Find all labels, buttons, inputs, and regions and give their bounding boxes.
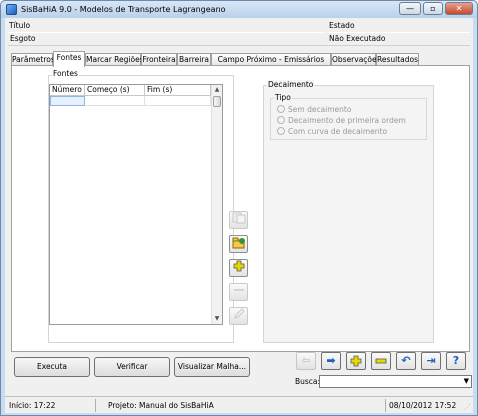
help-button[interactable]: ? xyxy=(446,352,466,370)
status-separator xyxy=(95,399,96,412)
minus-icon xyxy=(375,358,387,364)
exit-button[interactable]: ⇥ xyxy=(421,352,441,370)
column-header-numero[interactable]: Número xyxy=(50,85,85,96)
busca-label: Busca: xyxy=(295,377,321,386)
folder-edit-icon xyxy=(232,237,245,249)
undo-icon: ↶ xyxy=(401,354,411,367)
edit-source-button[interactable] xyxy=(229,235,248,253)
resize-grip-icon[interactable]: ⋰ xyxy=(464,403,471,411)
column-header-comeco[interactable]: Começo (s) xyxy=(85,85,145,96)
forward-button[interactable]: ➡ xyxy=(321,352,341,370)
help-icon: ? xyxy=(452,354,460,367)
add-button[interactable] xyxy=(346,352,366,370)
scroll-up-arrow-icon[interactable]: ▲ xyxy=(212,85,222,95)
table-vertical-scrollbar[interactable]: ▲ ▼ xyxy=(211,85,222,324)
maximize-button[interactable]: ▫ xyxy=(423,2,443,15)
chevron-down-icon[interactable]: ▼ xyxy=(464,376,469,387)
decaimento-group-label: Decaimento xyxy=(267,80,315,89)
scroll-down-arrow-icon[interactable]: ▼ xyxy=(212,314,222,324)
fontes-table[interactable]: Número Começo (s) Fim (s) ▲ ▼ xyxy=(49,84,223,325)
add-source-button[interactable] xyxy=(229,259,248,277)
column-header-fim[interactable]: Fim (s) xyxy=(145,85,211,96)
busca-combobox[interactable]: ▼ xyxy=(319,375,472,388)
main-window: SisBaHiA 9.0 - Modelos de Transporte Lag… xyxy=(0,0,478,416)
table-cell[interactable] xyxy=(85,96,145,106)
radio-sem-decaimento[interactable]: Sem decaimento xyxy=(277,105,351,114)
pencil-button[interactable] xyxy=(229,307,248,325)
window-title: SisBaHiA 9.0 - Modelos de Transporte Lag… xyxy=(21,5,226,14)
radio-curva-decaimento[interactable]: Com curva de decaimento xyxy=(277,127,387,136)
back-button[interactable]: ⇦ xyxy=(296,352,316,370)
header-divider xyxy=(8,45,470,46)
arrow-right-icon: ➡ xyxy=(326,354,336,367)
exit-door-icon: ⇥ xyxy=(426,354,436,367)
titulo-field[interactable]: Esgoto xyxy=(8,32,324,44)
undo-button[interactable]: ↶ xyxy=(396,352,416,370)
plus-icon xyxy=(233,260,244,272)
estado-field: Não Executado xyxy=(327,32,470,44)
executa-button[interactable]: Executa xyxy=(14,357,90,377)
fontes-group-label: Fontes xyxy=(52,69,79,78)
app-icon xyxy=(6,4,17,15)
plus-icon xyxy=(350,355,362,367)
verificar-button[interactable]: Verificar xyxy=(94,357,170,377)
client-area: Título Estado Esgoto Não Executado Parâm… xyxy=(5,18,473,413)
visualizar-malha-button[interactable]: Visualizar Malha... xyxy=(174,357,250,377)
close-button[interactable]: ✕ xyxy=(445,2,473,15)
estado-label: Estado xyxy=(329,21,355,30)
scroll-thumb[interactable] xyxy=(213,96,221,107)
minus-icon xyxy=(233,289,244,291)
status-inicio: Início: 17:22 xyxy=(9,401,56,410)
status-projeto: Projeto: Manual do SisBaHiA xyxy=(108,401,214,410)
status-bar: Início: 17:22 Projeto: Manual do SisBaHi… xyxy=(5,396,473,413)
table-cell[interactable] xyxy=(50,96,85,106)
tipo-group-label: Tipo xyxy=(274,93,292,102)
status-datetime: 08/10/2012 17:52 xyxy=(389,401,457,410)
radio-decaimento-primeira-ordem[interactable]: Decaimento de primeira ordem xyxy=(277,116,406,125)
table-cell[interactable] xyxy=(145,96,211,106)
titulo-label: Título xyxy=(9,21,31,30)
title-bar[interactable]: SisBaHiA 9.0 - Modelos de Transporte Lag… xyxy=(1,1,477,18)
copy-source-button[interactable] xyxy=(229,211,248,229)
tab-fontes[interactable]: Fontes xyxy=(53,51,85,67)
remove-source-button[interactable] xyxy=(229,283,248,301)
pencil-icon xyxy=(233,308,245,319)
copy-icon xyxy=(232,212,245,224)
arrow-left-icon: ⇦ xyxy=(301,354,311,367)
status-separator xyxy=(385,399,386,412)
minimize-button[interactable]: — xyxy=(399,2,421,15)
remove-button[interactable] xyxy=(371,352,391,370)
